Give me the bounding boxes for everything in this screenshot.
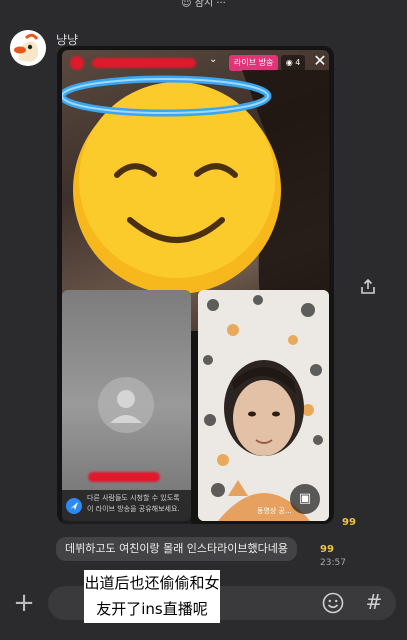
close-icon[interactable]: ✕ bbox=[311, 52, 329, 70]
message-timestamp: 23:57 bbox=[320, 558, 346, 568]
redacted-username bbox=[92, 58, 196, 68]
shared-screenshot[interactable]: ⌄ 라이브 방송 ◉ 4 ✕ 다른 사람들도 시청할 수 있도록 이 라이브 방… bbox=[57, 46, 334, 524]
emoji-icon[interactable] bbox=[322, 592, 344, 614]
share-info-text: 다른 사람들도 시청할 수 있도록 이 라이브 방송을 공유해보세요. bbox=[87, 494, 180, 513]
redacted-guest-name bbox=[88, 472, 160, 482]
chevron-down-icon[interactable]: ⌄ bbox=[209, 54, 217, 65]
hash-icon[interactable]: # bbox=[363, 589, 385, 615]
plus-icon[interactable]: + bbox=[12, 590, 36, 616]
top-notice: ☺ 잠시 ··· bbox=[181, 0, 226, 9]
live-badge: 라이브 방송 bbox=[229, 55, 279, 71]
sender-avatar[interactable] bbox=[10, 30, 46, 66]
subtitle-caption: 出道后也还偷偷和女友开了ins直播呢 bbox=[84, 570, 220, 623]
main-camera-view: ⌄ 라이브 방송 ◉ 4 ✕ bbox=[62, 50, 329, 331]
message-bubble[interactable]: 데뷔하고도 여친이랑 몰래 인스타라이브했다네용 bbox=[56, 537, 298, 561]
blurred-camera-view bbox=[62, 290, 191, 521]
qr-icon[interactable]: ▣ bbox=[290, 484, 320, 514]
share-info-banner: 다른 사람들도 시청할 수 있도록 이 라이브 방송을 공유해보세요. bbox=[62, 490, 191, 524]
avatar-duck-icon bbox=[10, 30, 46, 66]
guest-camera-label: 동영상 공... bbox=[257, 507, 292, 515]
unread-count: 99 bbox=[342, 517, 356, 528]
viewer-count-badge: ◉ 4 bbox=[281, 55, 305, 71]
share-icon[interactable] bbox=[359, 278, 377, 296]
unread-count: 99 bbox=[320, 544, 334, 555]
blurred-profile-icon bbox=[98, 377, 154, 433]
redacted-avatar bbox=[70, 56, 84, 70]
info-icon bbox=[66, 498, 82, 514]
